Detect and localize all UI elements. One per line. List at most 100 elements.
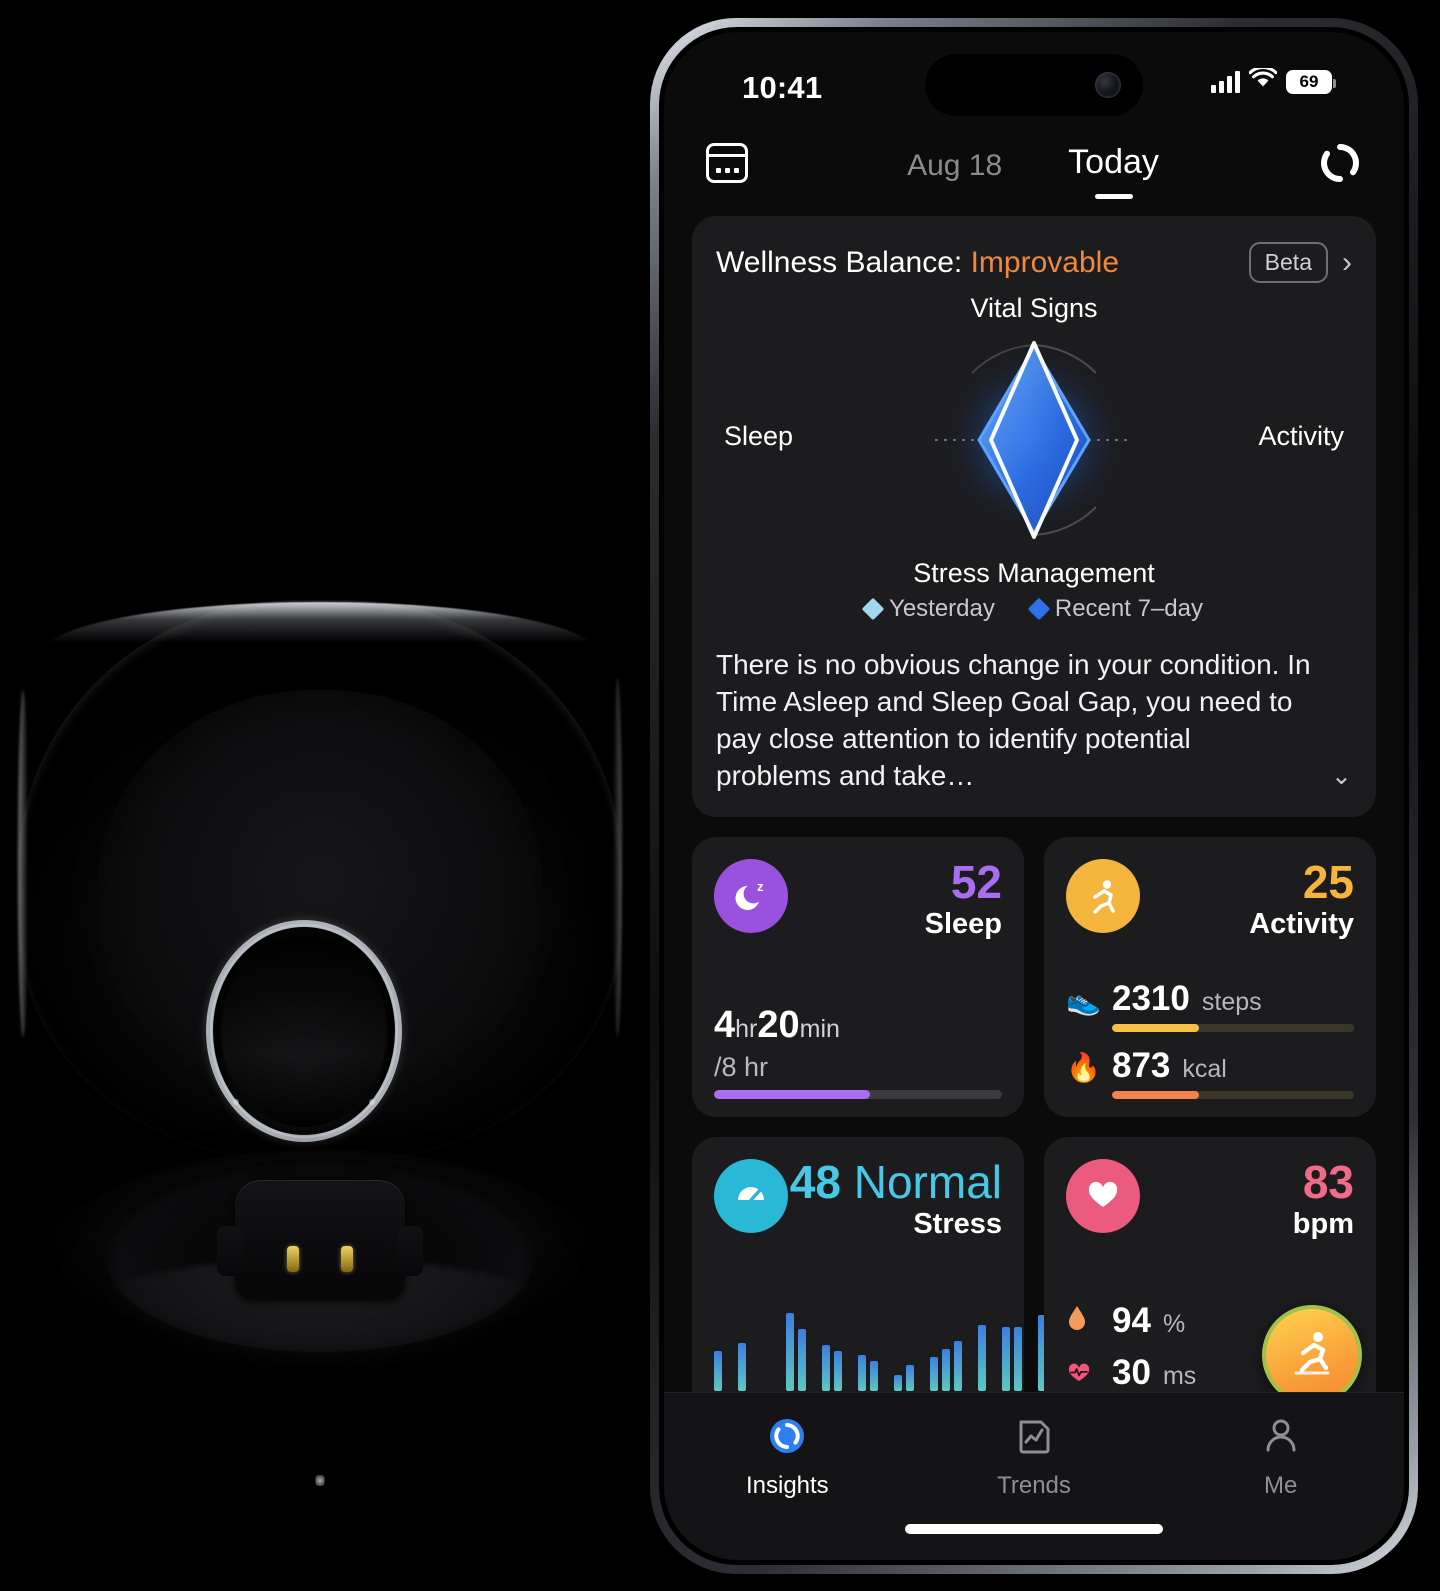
stress-label: Stress (913, 1207, 1002, 1240)
activity-tile-values: 25 Activity (1249, 858, 1354, 941)
sync-icon[interactable] (1318, 141, 1362, 185)
running-person-icon (1066, 858, 1140, 933)
sleep-tile[interactable]: z 52 Sleep 4hr20min /8 hr (692, 836, 1024, 1117)
front-camera-icon (1095, 72, 1121, 98)
shoe-icon: 👟 (1066, 984, 1101, 1016)
heart-icon (1066, 1158, 1140, 1233)
ring-contact-right (369, 1099, 375, 1105)
radar-axis-label-sleep: Sleep (724, 421, 794, 451)
sleep-label: Sleep (924, 907, 1002, 940)
cellular-signal-icon (1211, 70, 1240, 93)
battery-icon: 69 (1286, 69, 1336, 94)
tab-label-insights: Insights (745, 1472, 829, 1499)
legend-label-yesterday: Yesterday (889, 595, 995, 622)
wellness-radar-chart[interactable]: Vital Signs Sleep Activity Stress Manage… (716, 293, 1352, 589)
wellness-balance-card[interactable]: Wellness Balance: Improvable Beta › Vita… (692, 216, 1376, 817)
activity-label: Activity (1249, 907, 1354, 940)
kcal-progress-fill (1112, 1090, 1200, 1099)
smart-ring (206, 920, 402, 1142)
wellness-title: Wellness Balance: Improvable (716, 246, 1119, 280)
activity-kcal-line: 🔥 873 kcal (1066, 1046, 1354, 1086)
beta-badge: Beta (1248, 242, 1328, 283)
sleep-score: 52 (950, 855, 1002, 908)
chevron-right-icon[interactable]: › (1342, 247, 1352, 278)
flame-icon: 🔥 (1066, 1051, 1101, 1083)
sleep-tile-values: 52 Sleep (924, 855, 1002, 941)
kcal-progress-track (1112, 1090, 1354, 1099)
date-switcher: Aug 18 Today (748, 143, 1318, 183)
heart-rate-value: 83 (1302, 1155, 1354, 1208)
tab-me[interactable]: Me (1157, 1415, 1404, 1500)
status-bar-time: 10:41 (742, 70, 823, 105)
tab-label-me: Me (1264, 1472, 1298, 1499)
wellness-title-prefix: Wellness Balance: (716, 245, 963, 279)
sleep-hours-value: 4 (714, 1003, 736, 1046)
legend-diamond-recent7day-icon (1027, 597, 1051, 621)
legend-item-yesterday: Yesterday (861, 595, 995, 623)
status-bar: 10:41 69 (664, 32, 1404, 124)
wellness-description[interactable]: There is no obvious change in your condi… (716, 647, 1352, 795)
lid-left-rim-highlight (18, 689, 28, 1037)
wellness-description-text: There is no obvious change in your condi… (716, 649, 1311, 791)
activity-steps-line: 👟 2310 steps (1066, 979, 1354, 1019)
phone-device: 10:41 69 Aug 18 Today Wellness Balance: … (650, 18, 1418, 1574)
spo2-unit: % (1162, 1309, 1186, 1338)
sleep-progress-fill (714, 1089, 870, 1099)
radar-axis-label-stress-management: Stress Management (913, 558, 1155, 588)
calendar-dots (709, 168, 745, 173)
ring-contact-left (233, 1099, 239, 1105)
stress-gauge-icon (714, 1158, 788, 1233)
activity-tile-header: 25 Activity (1066, 858, 1354, 941)
activity-tile[interactable]: 25 Activity 👟 2310 steps 🔥 873 kcal (1044, 836, 1376, 1117)
heart-tile-header: 83 bpm (1066, 1155, 1354, 1241)
stress-tile[interactable]: 48 Normal Stress (692, 1136, 1046, 1417)
chevron-down-icon[interactable]: ⌄ (1331, 760, 1352, 793)
steps-unit: steps (1201, 987, 1262, 1016)
legend-item-recent7day: Recent 7–day (1027, 595, 1203, 623)
sleep-minutes-unit: min (799, 1014, 840, 1043)
charging-case-base (22, 1150, 618, 1570)
hrv-heartbeat-icon (1066, 1360, 1100, 1391)
wellness-card-header: Wellness Balance: Improvable Beta › (716, 242, 1352, 283)
steps-progress-fill (1112, 1023, 1200, 1032)
metrics-grid: z 52 Sleep 4hr20min /8 hr 25 Activity 👟 … (692, 836, 1376, 1417)
battery-level-label: 69 (1299, 72, 1319, 91)
start-workout-button[interactable] (1262, 1304, 1362, 1405)
hrv-unit: ms (1162, 1361, 1197, 1390)
sleep-progress-track (714, 1089, 1002, 1099)
insights-ring-icon (766, 1415, 808, 1462)
stress-tile-values: 48 Normal Stress (790, 1155, 1002, 1241)
date-tab-prev[interactable]: Aug 18 (907, 143, 1002, 183)
status-led-icon (315, 1475, 325, 1486)
spo2-row: 94 % (1066, 1301, 1196, 1341)
radar-canvas (929, 335, 1139, 545)
tab-label-trends: Trends (997, 1472, 1071, 1499)
radar-axis-label-activity: Activity (1258, 421, 1344, 451)
heart-rate-tile[interactable]: 83 bpm 94 % 30 ms (1044, 1136, 1376, 1417)
profile-person-icon (1260, 1415, 1302, 1462)
tab-insights[interactable]: Insights (664, 1415, 911, 1500)
wellness-status-value: Improvable (970, 245, 1119, 279)
screenshot-stage: 10:41 69 Aug 18 Today Wellness Balance: … (0, 0, 1440, 1591)
phone-bezel: 10:41 69 Aug 18 Today Wellness Balance: … (659, 27, 1409, 1565)
trends-chart-icon (1013, 1415, 1055, 1462)
activity-rows: 👟 2310 steps 🔥 873 kcal (1066, 979, 1354, 1099)
activity-row-steps: 👟 2310 steps (1066, 979, 1354, 1032)
ring-inner-shade (221, 935, 387, 1127)
legend-diamond-yesterday-icon (861, 597, 885, 621)
blood-oxygen-drop-icon (1066, 1304, 1100, 1339)
tab-trends[interactable]: Trends (911, 1415, 1158, 1500)
heart-tile-values: 83 bpm (1293, 1155, 1354, 1241)
bottom-tab-bar: Insights Trends Me (664, 1392, 1404, 1560)
dynamic-island (925, 54, 1143, 116)
sleep-hours-unit: hr (735, 1014, 758, 1043)
home-indicator[interactable] (905, 1524, 1163, 1534)
smart-ring-product-image (0, 0, 660, 1591)
svg-text:z: z (757, 879, 764, 894)
sleep-tile-header: z 52 Sleep (714, 855, 1002, 941)
calendar-icon[interactable] (706, 143, 748, 183)
date-tab-today[interactable]: Today (1068, 143, 1159, 182)
stress-level: Normal (853, 1155, 1002, 1208)
charging-pin-right (341, 1246, 353, 1272)
steps-value: 2310 (1112, 978, 1190, 1018)
